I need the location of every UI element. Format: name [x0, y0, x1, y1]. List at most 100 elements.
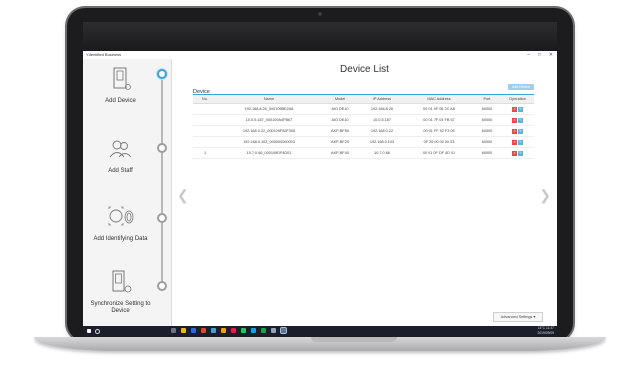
cell-model: AKP-BF50: [321, 125, 359, 137]
table-row[interactable]: 192.168.0.22_000109F52F305 AKP-BF50 192.…: [193, 125, 534, 137]
cell-name: 192.168.8.26_000109BE2A8: [217, 103, 321, 115]
cell-no: [193, 125, 217, 137]
cell-model: AKP-BF20: [321, 136, 359, 148]
step-add-device[interactable]: Add Device: [83, 67, 158, 105]
cell-ip: 192.168.8.26: [359, 103, 405, 115]
close-icon[interactable]: ✕: [549, 51, 553, 59]
cell-mac: 00 01 7F 04 FB 67: [405, 114, 473, 126]
task-view-icon[interactable]: [171, 328, 176, 333]
app-icon[interactable]: [261, 328, 266, 333]
table-row[interactable]: 10.0.5.187_000109A4FB67 AIO DE10 10.0.5.…: [193, 114, 534, 126]
cell-ip: 10.7.0.66: [359, 147, 405, 159]
cell-no: 1: [193, 147, 217, 159]
cell-no: [193, 114, 217, 126]
progress-rail: [161, 73, 163, 282]
step-dot-3[interactable]: [157, 213, 167, 223]
laptop-lid: Ydentified Business – □ ✕ Add Device Add…: [67, 8, 573, 341]
webcam: [318, 12, 322, 16]
table-row[interactable]: 192.168.0.103_000000000003 AKP-BF20 192.…: [193, 136, 534, 148]
edit-icon[interactable]: ✎: [518, 139, 523, 145]
screen: Ydentified Business – □ ✕ Add Device Add…: [83, 51, 557, 336]
add-device-button[interactable]: Add Device: [508, 84, 534, 90]
cell-operation: × ✎: [501, 136, 534, 148]
screen-bezel-top: [83, 22, 557, 51]
cell-model: AKP-BF40: [321, 147, 359, 159]
cell-port: 60000: [473, 136, 501, 148]
table-header-row: No. Name Model IP Address MAC Address Po…: [193, 94, 534, 104]
cell-port: 60000: [473, 103, 501, 115]
app-icon[interactable]: [231, 328, 236, 333]
face-fingerprint-icon: [108, 206, 133, 226]
table-row[interactable]: 1 10.7.0.66_000109DF4D01 AKP-BF40 10.7.0…: [193, 147, 534, 159]
delete-icon[interactable]: ×: [512, 128, 517, 134]
edit-icon[interactable]: ✎: [518, 117, 523, 123]
cell-model: AIO DE10: [321, 114, 359, 126]
delete-icon[interactable]: ×: [512, 150, 517, 156]
cell-mac: 00 01 0F DF 4D 01: [405, 147, 473, 159]
advanced-settings-label: Advanced Settings: [500, 315, 533, 319]
col-ip: IP Address: [359, 94, 405, 104]
col-port: Port: [473, 94, 501, 104]
delete-icon[interactable]: ×: [512, 117, 517, 123]
cell-operation: × ✎: [501, 125, 534, 137]
chrome-icon[interactable]: [241, 328, 246, 333]
col-no: No.: [193, 94, 217, 104]
explorer-icon[interactable]: [181, 328, 186, 333]
step-dot-1[interactable]: [157, 69, 167, 79]
clock-time[interactable]: 11:37: [546, 326, 554, 330]
table-row[interactable]: 192.168.8.26_000109BE2A8 AIO DE10 192.16…: [193, 103, 534, 115]
app-icon[interactable]: [221, 328, 226, 333]
weather-temp: 14°C: [537, 326, 546, 330]
app-icon[interactable]: [211, 328, 216, 333]
delete-icon[interactable]: ×: [512, 139, 517, 145]
wizard-sidebar: Add Device Add Staff Add Identifying Dat…: [83, 59, 172, 326]
step-dot-4[interactable]: [157, 281, 167, 291]
col-mac: MAC Address: [405, 94, 473, 104]
next-arrow-icon[interactable]: ❯: [539, 187, 551, 204]
edit-icon[interactable]: ✎: [518, 106, 523, 112]
app-icon[interactable]: [201, 328, 206, 333]
col-operation: Operation: [501, 94, 534, 104]
edge-icon[interactable]: [191, 328, 196, 333]
active-app-icon[interactable]: [280, 327, 287, 334]
cell-model: AIO DE10: [321, 103, 359, 115]
clock-date: 2019/09/09: [537, 331, 554, 335]
cell-no: [193, 136, 217, 148]
delete-icon[interactable]: ×: [512, 106, 517, 112]
cell-name: 192.168.0.103_000000000003: [217, 136, 321, 148]
cell-mac: 00 01 FF 52 F3 05: [405, 125, 473, 137]
step-label: Add Identifying Data: [93, 236, 148, 242]
col-name: Name: [217, 94, 321, 104]
step-add-staff[interactable]: Add Staff: [83, 137, 158, 175]
maximize-icon[interactable]: □: [538, 51, 541, 59]
cell-operation: × ✎: [501, 103, 534, 115]
cell-port: 60000: [473, 114, 501, 126]
device-sync-icon: [112, 270, 131, 293]
app-icon[interactable]: [251, 328, 256, 333]
advanced-settings-button[interactable]: Advanced Settings ▾: [493, 312, 543, 322]
cell-mac: 0F 20 00 00 00 03: [405, 136, 473, 148]
cell-name: 10.0.5.187_000109A4FB67: [217, 114, 321, 126]
step-add-identifying-data[interactable]: Add Identifying Data: [83, 205, 158, 243]
cell-name: 10.7.0.66_000109DF4D01: [217, 147, 321, 159]
edit-icon[interactable]: ✎: [518, 150, 523, 156]
start-icon[interactable]: [87, 329, 91, 333]
step-dot-2[interactable]: [157, 143, 167, 153]
window-title: Ydentified Business: [86, 52, 122, 57]
cell-operation: × ✎: [501, 114, 534, 126]
minimize-icon[interactable]: –: [527, 51, 530, 59]
prev-arrow-icon[interactable]: ❮: [177, 187, 189, 204]
step-label: Synchronize Setting to Device: [90, 301, 151, 314]
search-icon[interactable]: [95, 329, 100, 334]
app-icon[interactable]: [271, 328, 276, 333]
edit-icon[interactable]: ✎: [518, 128, 523, 134]
step-label: Add Staff: [108, 168, 133, 174]
cell-port: 60000: [473, 125, 501, 137]
col-model: Model: [321, 94, 359, 104]
step-synchronize-setting[interactable]: Synchronize Setting to Device: [83, 270, 158, 315]
cell-ip: 192.168.0.22: [359, 125, 405, 137]
step-label: Add Device: [105, 98, 136, 104]
taskbar: 14°C 11:37 2019/09/09: [83, 326, 557, 336]
cell-no: [193, 103, 217, 115]
device-icon: [113, 67, 131, 90]
